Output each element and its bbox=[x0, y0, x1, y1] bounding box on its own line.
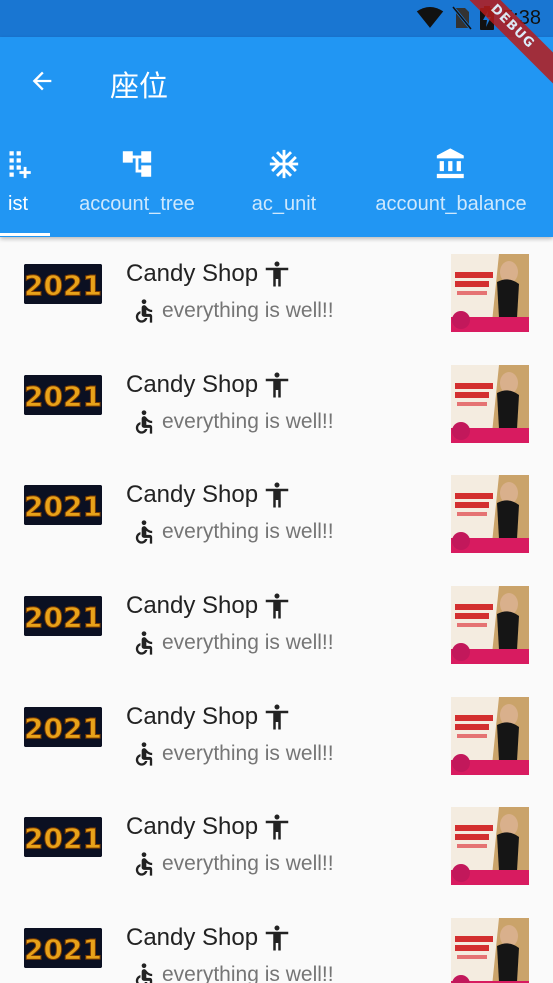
tab-ac-unit[interactable]: ac_unit bbox=[234, 133, 334, 237]
ad-image bbox=[451, 807, 529, 886]
list-add-icon bbox=[1, 139, 35, 189]
svg-text:2021: 2021 bbox=[24, 490, 102, 523]
ac-unit-icon bbox=[267, 139, 301, 189]
tab-label: ac_unit bbox=[251, 193, 317, 215]
svg-text:2021: 2021 bbox=[24, 269, 102, 302]
thumbnail-2021: 2021 bbox=[24, 928, 102, 969]
ad-image bbox=[451, 254, 529, 332]
subtitle-text: everything is well!! bbox=[162, 631, 334, 655]
tab-list[interactable]: ist bbox=[0, 133, 50, 237]
list-item-subtitle: everything is well!! bbox=[130, 517, 334, 547]
list-item-title: Candy Shop bbox=[126, 702, 292, 732]
tab-indicator bbox=[0, 233, 50, 236]
title-text: Candy Shop bbox=[126, 370, 259, 398]
thumbnail-2021: 2021 bbox=[24, 596, 102, 637]
list-item-title: Candy Shop bbox=[126, 812, 292, 842]
svg-text:2021: 2021 bbox=[24, 380, 102, 413]
list-item-title: Candy Shop bbox=[126, 923, 292, 953]
svg-text:2021: 2021 bbox=[24, 933, 102, 966]
accessibility-icon bbox=[265, 482, 289, 508]
list-item-title: Candy Shop bbox=[126, 591, 292, 621]
app-bar: 座位 ist account_tree ac_unit account_bala… bbox=[0, 37, 553, 237]
accessible-icon bbox=[135, 963, 153, 983]
list-item-subtitle: everything is well!! bbox=[130, 296, 334, 326]
accessibility-icon bbox=[265, 814, 289, 840]
list-item[interactable]: 2021 Candy Shop everything is well!! bbox=[0, 458, 553, 569]
svg-text:2021: 2021 bbox=[24, 712, 102, 745]
accessible-icon bbox=[135, 410, 153, 434]
subtitle-text: everything is well!! bbox=[162, 963, 334, 983]
list-item-subtitle: everything is well!! bbox=[130, 849, 334, 879]
thumbnail-2021: 2021 bbox=[24, 374, 102, 415]
ad-image bbox=[451, 586, 529, 665]
title-text: Candy Shop bbox=[126, 702, 259, 730]
accessibility-icon bbox=[265, 261, 289, 287]
title-text: Candy Shop bbox=[126, 260, 259, 287]
accessible-icon bbox=[135, 520, 153, 545]
account-tree-icon bbox=[120, 139, 154, 189]
accessibility-icon bbox=[265, 925, 289, 951]
svg-text:2021: 2021 bbox=[24, 601, 102, 634]
thumbnail-2021: 2021 bbox=[24, 485, 102, 526]
accessible-icon bbox=[135, 742, 153, 766]
wifi-icon bbox=[416, 7, 444, 28]
arrow-back-icon bbox=[32, 71, 52, 91]
list-item[interactable]: 2021 Candy Shop everything is well!! bbox=[0, 680, 553, 791]
accessibility-icon bbox=[265, 372, 289, 398]
subtitle-text: everything is well!! bbox=[162, 520, 334, 544]
subtitle-text: everything is well!! bbox=[162, 409, 334, 433]
list-item-title: Candy Shop bbox=[126, 480, 292, 510]
accessible-icon bbox=[135, 299, 153, 323]
thumbnail-2021: 2021 bbox=[24, 706, 102, 747]
accessible-icon bbox=[135, 852, 153, 877]
list-item-subtitle: everything is well!! bbox=[130, 960, 334, 983]
accessibility-icon bbox=[265, 704, 289, 730]
list-item[interactable]: 2021 Candy Shop everything is well!! bbox=[0, 237, 553, 348]
list-item[interactable]: 2021 Candy Shop everything is well!! bbox=[0, 901, 553, 983]
thumbnail-2021: 2021 bbox=[24, 264, 102, 304]
title-text: Candy Shop bbox=[126, 924, 259, 952]
status-bar: 5:38 bbox=[0, 0, 553, 37]
subtitle-text: everything is well!! bbox=[162, 299, 334, 322]
tab-label: account_tree bbox=[79, 193, 195, 215]
list-item[interactable]: 2021 Candy Shop everything is well!! bbox=[0, 348, 553, 459]
list-item-subtitle: everything is well!! bbox=[130, 407, 334, 437]
title-text: Candy Shop bbox=[126, 481, 259, 509]
accessibility-icon bbox=[265, 593, 289, 619]
thumbnail-2021: 2021 bbox=[24, 817, 102, 858]
svg-text:2021: 2021 bbox=[24, 822, 102, 855]
list-item-title: Candy Shop bbox=[126, 259, 292, 289]
list-item-subtitle: everything is well!! bbox=[130, 628, 334, 658]
back-button[interactable] bbox=[20, 59, 64, 103]
ad-image bbox=[451, 918, 529, 983]
accessible-icon bbox=[135, 631, 153, 655]
shop-list: 2021 Candy Shop everything is well!! 202… bbox=[0, 237, 553, 983]
title-text: Candy Shop bbox=[126, 592, 259, 620]
list-item[interactable]: 2021 Candy Shop everything is well!! bbox=[0, 569, 553, 680]
tab-label: account_balance bbox=[375, 193, 527, 215]
list-item-title: Candy Shop bbox=[126, 370, 292, 400]
tab-label: ist bbox=[8, 193, 28, 215]
tab-bar: ist account_tree ac_unit account_balance bbox=[0, 133, 553, 237]
subtitle-text: everything is well!! bbox=[162, 741, 334, 765]
tab-account-tree[interactable]: account_tree bbox=[72, 133, 202, 237]
ad-image bbox=[451, 696, 529, 775]
list-item-subtitle: everything is well!! bbox=[130, 739, 334, 769]
account-balance-icon bbox=[434, 139, 468, 189]
title-text: Candy Shop bbox=[126, 813, 259, 841]
tab-account-balance[interactable]: account_balance bbox=[366, 133, 536, 237]
ad-image bbox=[451, 364, 529, 443]
subtitle-text: everything is well!! bbox=[162, 852, 334, 876]
ad-image bbox=[451, 475, 529, 554]
no-sim-icon bbox=[452, 6, 473, 30]
page-title: 座位 bbox=[110, 69, 169, 103]
list-item[interactable]: 2021 Candy Shop everything is well!! bbox=[0, 790, 553, 901]
